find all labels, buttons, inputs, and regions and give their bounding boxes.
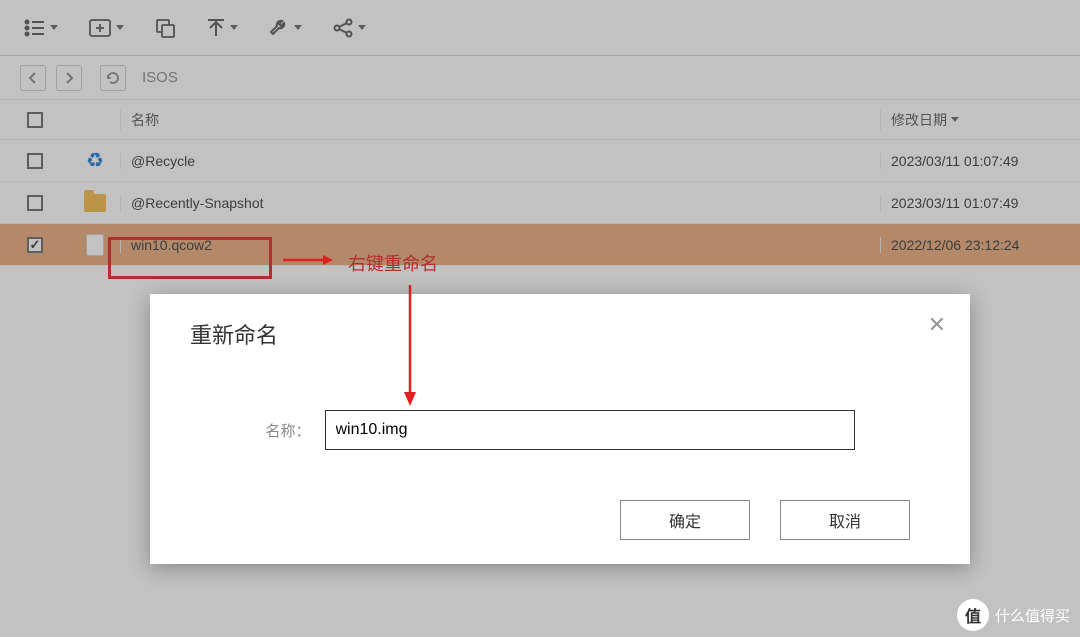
copy-button[interactable] — [150, 13, 180, 43]
row-checkbox[interactable] — [27, 195, 43, 211]
field-label: 名称： — [265, 420, 310, 441]
column-header-name[interactable]: 名称 — [120, 110, 880, 130]
toolbar — [0, 0, 1080, 56]
table-header: 名称 修改日期 — [0, 100, 1080, 140]
recycle-icon: ♻ — [86, 148, 104, 173]
navbar: ISOS — [0, 56, 1080, 100]
select-all-checkbox[interactable] — [27, 112, 43, 128]
file-name: win10.qcow2 — [120, 237, 880, 253]
caret-down-icon — [294, 25, 302, 30]
refresh-button[interactable] — [100, 65, 126, 91]
column-header-date[interactable]: 修改日期 — [880, 110, 1080, 130]
row-checkbox[interactable] — [27, 237, 43, 253]
caret-down-icon — [358, 25, 366, 30]
caret-down-icon — [230, 25, 238, 30]
forward-button[interactable] — [56, 65, 82, 91]
breadcrumb[interactable]: ISOS — [142, 69, 178, 86]
table-row[interactable]: win10.qcow2 2022/12/06 23:12:24 — [0, 224, 1080, 266]
back-button[interactable] — [20, 65, 46, 91]
close-icon[interactable]: ✕ — [928, 312, 946, 338]
share-button[interactable] — [328, 13, 370, 43]
file-date: 2023/03/11 01:07:49 — [880, 195, 1080, 211]
rename-dialog: 重新命名 ✕ 名称： 确定 取消 — [150, 294, 970, 564]
list-view-button[interactable] — [20, 15, 62, 41]
watermark-badge: 值 — [957, 599, 989, 631]
file-name: @Recycle — [120, 153, 880, 169]
caret-down-icon — [50, 25, 58, 30]
table-row[interactable]: ♻ @Recycle 2023/03/11 01:07:49 — [0, 140, 1080, 182]
new-folder-button[interactable] — [84, 14, 128, 42]
tools-button[interactable] — [264, 13, 306, 43]
file-name: @Recently-Snapshot — [120, 195, 880, 211]
file-date: 2023/03/11 01:07:49 — [880, 153, 1080, 169]
table-row[interactable]: @Recently-Snapshot 2023/03/11 01:07:49 — [0, 182, 1080, 224]
watermark-text: 什么值得买 — [995, 605, 1070, 626]
watermark: 值 什么值得买 — [957, 599, 1070, 631]
dialog-title: 重新命名 — [190, 318, 930, 350]
caret-down-icon — [116, 25, 124, 30]
sort-desc-icon — [951, 117, 959, 122]
file-date: 2022/12/06 23:12:24 — [880, 237, 1080, 253]
file-icon — [86, 234, 104, 256]
rename-input[interactable] — [325, 410, 855, 450]
row-checkbox[interactable] — [27, 153, 43, 169]
upload-button[interactable] — [202, 14, 242, 42]
cancel-button[interactable]: 取消 — [780, 500, 910, 540]
ok-button[interactable]: 确定 — [620, 500, 750, 540]
folder-icon — [84, 194, 106, 212]
